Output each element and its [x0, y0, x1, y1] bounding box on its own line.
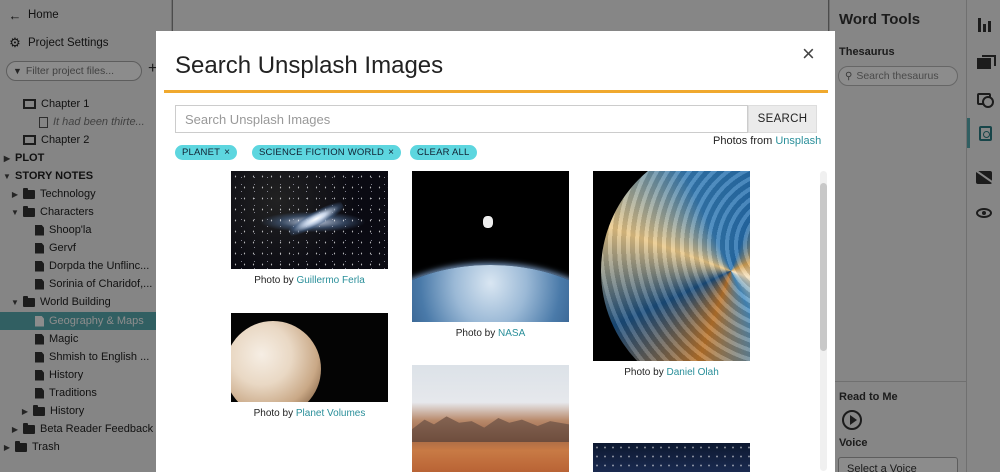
photo-starry-sky[interactable] [593, 443, 750, 472]
unsplash-search-modal: Search Unsplash Images × SEARCH Photos f… [156, 31, 835, 472]
author-link[interactable]: Guillermo Ferla [296, 275, 364, 286]
author-link[interactable]: Planet Volumes [296, 408, 366, 419]
chip-label: SCIENCE FICTION WORLD [259, 147, 385, 158]
chip-science-fiction-world[interactable]: SCIENCE FICTION WORLD × [252, 145, 402, 160]
photo-pale-planet[interactable] [231, 313, 388, 402]
results-scrollbar-thumb[interactable] [820, 183, 827, 351]
photo-by-label: Photo by [254, 275, 297, 286]
photo-by-label: Photo by [253, 408, 296, 419]
search-button[interactable]: SEARCH [748, 105, 817, 133]
clear-all-button[interactable]: CLEAR ALL [410, 145, 477, 160]
unsplash-link[interactable]: Unsplash [775, 135, 821, 147]
modal-title: Search Unsplash Images [175, 52, 444, 79]
photo-caption: Photo by Guillermo Ferla [231, 275, 388, 286]
photo-caption: Photo by Daniel Olah [593, 367, 750, 378]
photo-caption: Photo by Planet Volumes [231, 408, 388, 419]
photo-by-label: Photo by [455, 328, 499, 339]
chip-label: PLANET [182, 147, 221, 158]
chip-planet[interactable]: PLANET × [175, 145, 238, 160]
credit-prefix: Photos from [713, 135, 776, 147]
photo-caption: Photo by NASA [412, 328, 569, 339]
close-icon[interactable]: × [802, 43, 815, 65]
photo-galaxy[interactable] [231, 171, 388, 269]
unsplash-search-input[interactable] [175, 105, 748, 133]
author-link[interactable]: NASA [498, 328, 525, 339]
photo-desert[interactable] [412, 365, 569, 472]
remove-chip-icon[interactable]: × [224, 147, 230, 158]
clear-all-label: CLEAR ALL [417, 147, 470, 158]
photo-astronaut-earth[interactable] [412, 171, 569, 322]
photo-swirl-planet[interactable] [593, 171, 750, 361]
photos-credit: Photos from Unsplash [713, 135, 821, 147]
remove-chip-icon[interactable]: × [388, 147, 394, 158]
title-underline [164, 90, 828, 93]
photo-by-label: Photo by [624, 367, 667, 378]
author-link[interactable]: Daniel Olah [667, 367, 719, 378]
